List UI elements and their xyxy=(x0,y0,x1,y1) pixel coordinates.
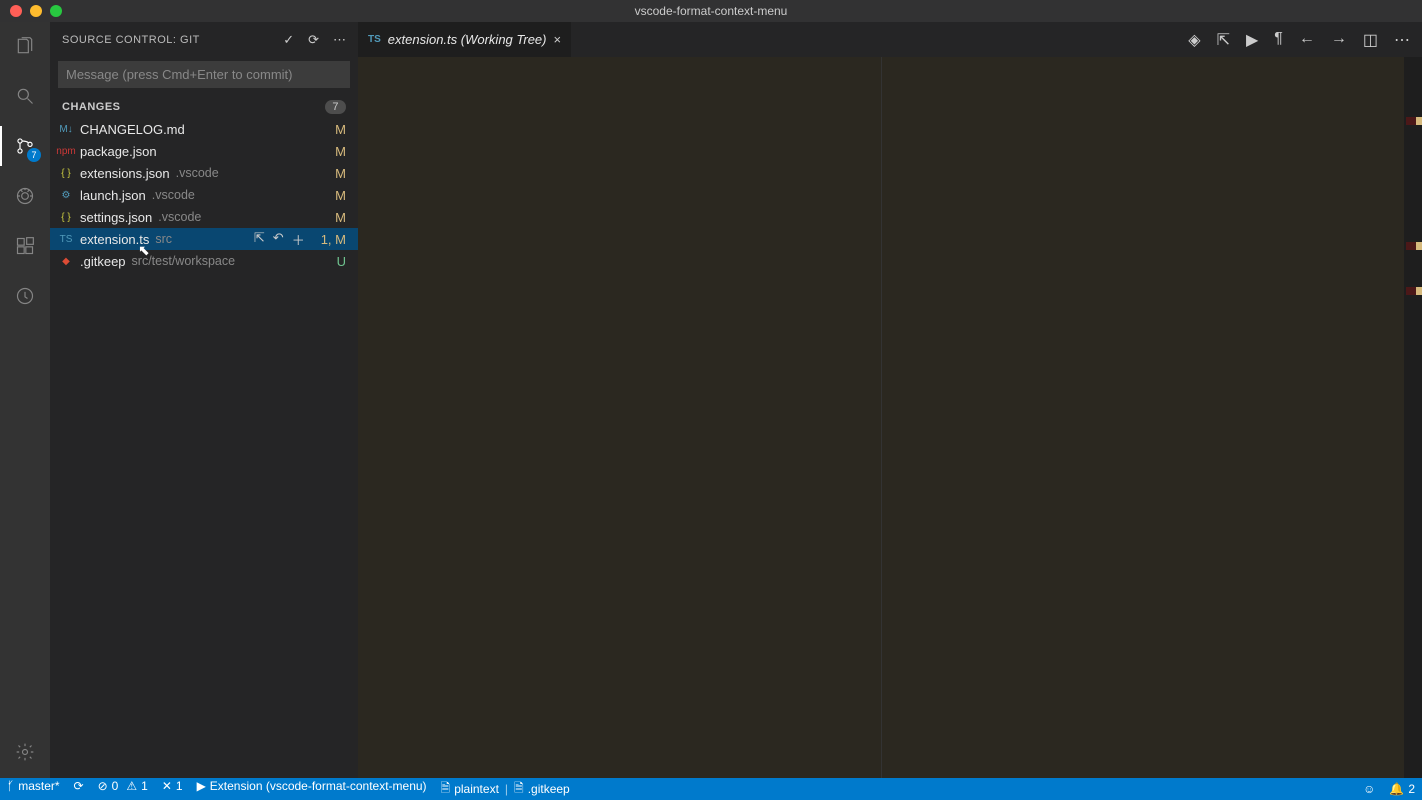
open-file-icon[interactable]: ⇱ xyxy=(1217,30,1230,50)
sidebar-title: Source Control: Git xyxy=(62,34,200,46)
changes-list: M↓ CHANGELOG.mdMnpm package.jsonM{ } ext… xyxy=(50,118,358,778)
file-name: extension.ts xyxy=(80,232,149,247)
file-type-icon: TS xyxy=(56,234,76,245)
file-row[interactable]: npm package.json M xyxy=(50,140,358,162)
file-name: .gitkeep xyxy=(80,254,126,269)
changes-count: 7 xyxy=(325,100,346,114)
file-row[interactable]: TS extension.tssrc ⇱ ↶ ＋ 1, M⬉ xyxy=(50,228,358,250)
warning-icon: ⚠ xyxy=(126,779,137,793)
diff-swap-icon[interactable]: ◈ xyxy=(1188,30,1200,50)
status-launch[interactable]: ▶Extension (vscode-format-context-menu) xyxy=(190,779,434,793)
split-editor-icon[interactable]: ◫ xyxy=(1363,30,1378,50)
commit-icon[interactable]: ✓ xyxy=(283,32,294,48)
smiley-icon: ☺ xyxy=(1363,782,1375,796)
file-status: M xyxy=(335,144,346,159)
file-row[interactable]: { } extensions.json .vscode M xyxy=(50,162,358,184)
prev-change-icon[interactable]: ← xyxy=(1299,30,1315,50)
file-type-icon: { } xyxy=(56,212,76,223)
status-branch[interactable]: ᚶmaster* xyxy=(0,779,67,793)
file-status: M xyxy=(335,210,346,225)
editor-toolbar: ◈ ⇱ ▶ ¶ ← → ◫ ⋯ xyxy=(1188,30,1422,50)
maximize-window[interactable] xyxy=(50,5,62,17)
tab-close-icon[interactable]: × xyxy=(553,32,561,47)
overview-ruler[interactable] xyxy=(1404,57,1422,778)
editor-tabs: TS extension.ts (Working Tree) × ◈ ⇱ ▶ ¶… xyxy=(358,22,1422,57)
source-control-sidebar: Source Control: Git ✓ ⟳ ⋯ CHANGES 7 M↓ C… xyxy=(50,22,358,778)
close-window[interactable] xyxy=(10,5,22,17)
whitespace-icon[interactable]: ¶ xyxy=(1274,30,1283,50)
refresh-icon[interactable]: ⟳ xyxy=(308,32,319,48)
file-status: M xyxy=(335,122,346,137)
file-type-icon: ◆ xyxy=(56,256,76,267)
sidebar-extra-icon[interactable] xyxy=(11,282,39,310)
commit-message-input[interactable] xyxy=(58,61,350,88)
sync-icon: ⟳ xyxy=(74,779,84,793)
file-type-icon: ⚙ xyxy=(56,190,76,201)
branch-icon: ᚶ xyxy=(7,779,14,793)
file-name: extensions.json xyxy=(80,166,170,181)
typescript-icon: TS xyxy=(368,34,381,45)
activity-bar: 7 xyxy=(0,22,50,778)
status-language[interactable]: 🗎plaintext|🗎.gitkeep xyxy=(434,779,577,800)
file-path: src/test/workspace xyxy=(132,254,236,268)
file-name: CHANGELOG.md xyxy=(80,122,185,137)
file-type-icon: npm xyxy=(56,146,76,157)
file-status: M xyxy=(335,166,346,181)
explorer-icon[interactable] xyxy=(11,32,39,60)
diff-original xyxy=(358,57,881,778)
status-feedback[interactable]: ☺ xyxy=(1356,782,1382,796)
file-type-icon: M↓ xyxy=(56,124,76,135)
source-control-icon[interactable]: 7 xyxy=(11,132,39,160)
status-bar: ᚶmaster* ⟳ ⊘0⚠1 ✕1 ▶Extension (vscode-fo… xyxy=(0,778,1422,800)
changes-section-label[interactable]: CHANGES xyxy=(62,101,121,113)
file-status: U xyxy=(337,254,346,269)
status-problems[interactable]: ⊘0⚠1 xyxy=(91,779,155,793)
file-row[interactable]: { } settings.json .vscode M xyxy=(50,206,358,228)
file-path: .vscode xyxy=(158,210,201,224)
diff-editor[interactable] xyxy=(358,57,1422,778)
titlebar: vscode-format-context-menu xyxy=(0,0,1422,22)
editor-more-icon[interactable]: ⋯ xyxy=(1394,30,1410,50)
tab-extension-ts[interactable]: TS extension.ts (Working Tree) × xyxy=(358,22,572,57)
open-file-icon[interactable]: ⇱ xyxy=(254,230,265,249)
bell-icon: 🔔 xyxy=(1389,782,1404,796)
minimize-window[interactable] xyxy=(30,5,42,17)
file-name: settings.json xyxy=(80,210,152,225)
next-change-icon[interactable]: → xyxy=(1331,30,1347,50)
file-row[interactable]: ◆ .gitkeep src/test/workspace U xyxy=(50,250,358,272)
file-path: .vscode xyxy=(176,166,219,180)
file-row[interactable]: ⚙ launch.json .vscode M xyxy=(50,184,358,206)
file-type-icon: { } xyxy=(56,168,76,179)
file-name: launch.json xyxy=(80,188,146,203)
search-icon[interactable] xyxy=(11,82,39,110)
status-sync[interactable]: ⟳ xyxy=(67,779,91,793)
file-status: M xyxy=(335,188,346,203)
tab-label: extension.ts (Working Tree) xyxy=(388,32,547,47)
error-icon: ⊘ xyxy=(98,779,108,793)
file-path: src xyxy=(155,232,172,246)
window-title: vscode-format-context-menu xyxy=(635,4,788,18)
extensions-icon[interactable] xyxy=(11,232,39,260)
play-icon: ▶ xyxy=(197,779,206,793)
debug-icon[interactable] xyxy=(11,182,39,210)
file-icon: 🗎 xyxy=(514,779,524,800)
diff-modified xyxy=(881,57,1405,778)
file-status: 1, M xyxy=(321,232,346,247)
window-controls xyxy=(0,5,62,17)
file-icon: 🗎 xyxy=(441,779,451,800)
more-actions-icon[interactable]: ⋯ xyxy=(333,32,346,48)
scm-badge: 7 xyxy=(27,148,41,162)
run-icon[interactable]: ▶ xyxy=(1246,30,1258,50)
stage-icon[interactable]: ＋ xyxy=(292,230,305,249)
status-notifications[interactable]: 🔔2 xyxy=(1382,782,1422,796)
file-path: .vscode xyxy=(152,188,195,202)
file-name: package.json xyxy=(80,144,157,159)
file-row[interactable]: M↓ CHANGELOG.md M xyxy=(50,118,358,140)
tools-icon: ✕ xyxy=(162,779,172,793)
status-action[interactable]: ✕1 xyxy=(155,779,190,793)
settings-gear-icon[interactable] xyxy=(11,738,39,766)
discard-icon[interactable]: ↶ xyxy=(273,230,284,249)
